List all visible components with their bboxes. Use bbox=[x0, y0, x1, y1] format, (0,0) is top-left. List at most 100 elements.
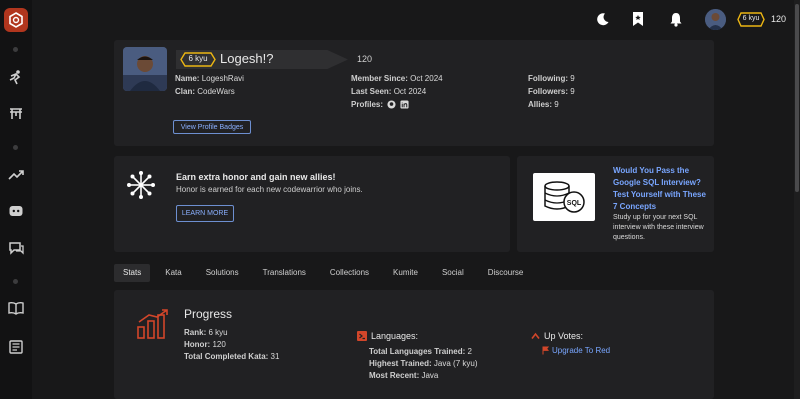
rank-badge-label: 6 kyu bbox=[188, 54, 208, 63]
clan-label: Clan: bbox=[175, 87, 195, 96]
honor-stat-value: 120 bbox=[212, 340, 226, 349]
profiles-row: Profiles: bbox=[351, 98, 409, 111]
tab-collections[interactable]: Collections bbox=[321, 264, 378, 282]
member-since-row: Member Since: Oct 2024 bbox=[351, 72, 443, 85]
rank-badge-top: 6 kyu bbox=[737, 12, 765, 27]
page-scrollbar-track[interactable] bbox=[794, 0, 800, 399]
following-label: Following: bbox=[528, 74, 568, 83]
clan-row: Clan: CodeWars bbox=[175, 85, 235, 98]
honor-stat-label: Honor: bbox=[184, 340, 211, 349]
allies-value: 9 bbox=[554, 100, 559, 109]
profile-card: 6 kyu Logesh!? 120 Name: LogeshRavi Clan… bbox=[114, 40, 714, 146]
languages-heading-label: Languages: bbox=[371, 331, 419, 341]
ad-description: Study up for your next SQL interview wit… bbox=[613, 214, 704, 241]
honor-count: 120 bbox=[357, 54, 373, 64]
clan-value: CodeWars bbox=[197, 87, 235, 96]
languages-trained-stat: Total Languages Trained: 2 bbox=[369, 346, 472, 358]
promo-title: Earn extra honor and gain new allies! bbox=[176, 172, 336, 182]
dark-mode-moon-icon[interactable] bbox=[594, 10, 612, 28]
network-burst-icon bbox=[127, 171, 155, 199]
leaderboard-trend-icon[interactable] bbox=[7, 166, 25, 184]
upvotes-heading-label: Up Votes: bbox=[544, 331, 584, 341]
codewars-logo-icon[interactable] bbox=[4, 8, 28, 32]
languages-icon bbox=[357, 331, 367, 341]
blog-icon[interactable] bbox=[7, 338, 25, 356]
tab-kata[interactable]: Kata bbox=[156, 264, 190, 282]
username: Logesh!? bbox=[220, 51, 274, 66]
tab-translations[interactable]: Translations bbox=[254, 264, 315, 282]
learn-more-button[interactable]: LEARN MORE bbox=[176, 205, 234, 222]
honor-count-top: 120 bbox=[771, 14, 787, 24]
completed-kata-stat: Total Completed Kata: 31 bbox=[184, 351, 279, 363]
view-profile-badges-button[interactable]: View Profile Badges bbox=[173, 120, 251, 134]
last-seen-row: Last Seen: Oct 2024 bbox=[351, 85, 426, 98]
allies-row: Allies: 9 bbox=[528, 98, 559, 111]
name-row: Name: LogeshRavi bbox=[175, 72, 244, 85]
referral-promo-card: Earn extra honor and gain new allies! Ho… bbox=[114, 156, 510, 252]
ad-title-link[interactable]: Would You Pass the Google SQL Interview?… bbox=[613, 165, 709, 213]
member-since-label: Member Since: bbox=[351, 74, 408, 83]
followers-row: Followers: 9 bbox=[528, 85, 575, 98]
completed-kata-label: Total Completed Kata: bbox=[184, 352, 269, 361]
upgrade-link-label[interactable]: Upgrade To Red bbox=[552, 346, 610, 355]
sql-database-image[interactable]: SQL bbox=[533, 173, 595, 221]
bookmark-icon[interactable] bbox=[629, 10, 647, 28]
most-recent-label: Most Recent: bbox=[369, 371, 420, 380]
sidebar-divider-dot bbox=[13, 47, 18, 52]
sidebar-divider-dot bbox=[13, 145, 18, 150]
highest-trained-label: Highest Trained: bbox=[369, 359, 432, 368]
most-recent-stat: Most Recent: Java bbox=[369, 370, 438, 382]
stats-card: Progress Rank: 6 kyu Honor: 120 Total Co… bbox=[114, 290, 714, 399]
kata-training-icon[interactable] bbox=[7, 68, 25, 86]
last-seen-label: Last Seen: bbox=[351, 87, 392, 96]
promo-subtitle: Honor is earned for each new codewarrior… bbox=[176, 185, 363, 194]
rank-stat-value: 6 kyu bbox=[208, 328, 228, 337]
chat-icon[interactable] bbox=[7, 239, 25, 257]
sidebar-divider-dot bbox=[13, 279, 18, 284]
tab-kumite[interactable]: Kumite bbox=[384, 264, 427, 282]
most-recent-value: Java bbox=[421, 371, 439, 380]
tab-stats[interactable]: Stats bbox=[114, 264, 151, 282]
page-scrollbar-thumb[interactable] bbox=[795, 4, 799, 192]
honor-stat: Honor: 120 bbox=[184, 339, 226, 351]
allies-label: Allies: bbox=[528, 100, 553, 109]
sql-ad-card[interactable]: SQL Would You Pass the Google SQL Interv… bbox=[517, 156, 714, 252]
dojo-icon[interactable] bbox=[7, 104, 25, 122]
followers-value: 9 bbox=[570, 87, 575, 96]
followers-label: Followers: bbox=[528, 87, 569, 96]
profile-avatar bbox=[123, 47, 167, 91]
completed-kata-value: 31 bbox=[270, 352, 280, 361]
name-value: LogeshRavi bbox=[201, 74, 244, 83]
following-value: 9 bbox=[570, 74, 575, 83]
following-row: Following: 9 bbox=[528, 72, 575, 85]
profile-tabs: Stats Kata Solutions Translations Collec… bbox=[114, 264, 538, 282]
languages-trained-label: Total Languages Trained: bbox=[369, 347, 466, 356]
progress-chart-icon bbox=[137, 309, 168, 339]
tab-solutions[interactable]: Solutions bbox=[197, 264, 248, 282]
discord-icon[interactable] bbox=[7, 202, 25, 220]
highest-trained-value: Java (7 kyu) bbox=[433, 359, 478, 368]
rank-stat-label: Rank: bbox=[184, 328, 207, 337]
tab-social[interactable]: Social bbox=[433, 264, 473, 282]
progress-title: Progress bbox=[184, 307, 233, 321]
languages-trained-value: 2 bbox=[467, 347, 472, 356]
linkedin-icon[interactable] bbox=[400, 100, 409, 109]
user-avatar-top[interactable] bbox=[705, 9, 726, 30]
github-icon[interactable] bbox=[387, 100, 396, 109]
rank-badge-top-label: 6 kyu bbox=[742, 15, 760, 22]
sql-image-text: SQL bbox=[567, 200, 582, 207]
languages-heading: Languages: bbox=[357, 331, 418, 341]
tab-discourse[interactable]: Discourse bbox=[479, 264, 533, 282]
member-since-value: Oct 2024 bbox=[410, 74, 443, 83]
rank-stat: Rank: 6 kyu bbox=[184, 327, 228, 339]
name-label: Name: bbox=[175, 74, 200, 83]
docs-book-icon[interactable] bbox=[7, 299, 25, 317]
upvotes-heading: Up Votes: bbox=[531, 331, 583, 341]
upgrade-flag-icon bbox=[542, 346, 549, 355]
notifications-bell-icon[interactable] bbox=[667, 10, 685, 28]
sidebar bbox=[0, 0, 32, 399]
chevron-up-icon bbox=[531, 332, 540, 339]
last-seen-value: Oct 2024 bbox=[393, 87, 427, 96]
upgrade-to-red-link[interactable]: Upgrade To Red bbox=[542, 346, 610, 355]
profiles-label: Profiles: bbox=[351, 100, 384, 109]
